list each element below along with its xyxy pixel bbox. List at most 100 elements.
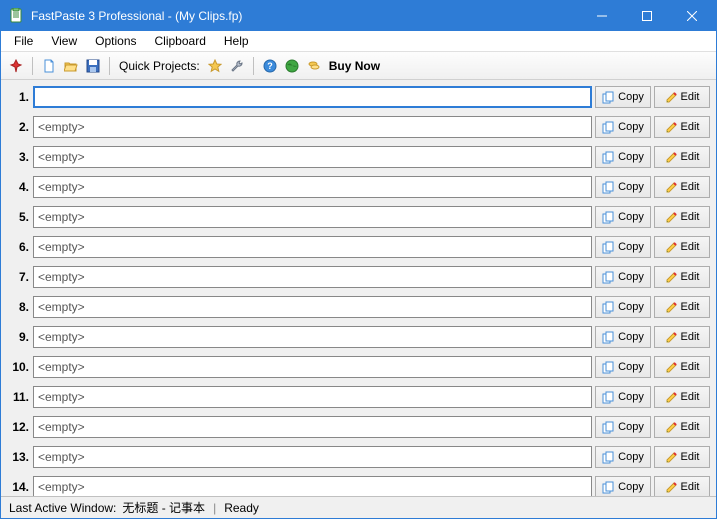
copy-button[interactable]: Copy bbox=[595, 236, 651, 258]
edit-button[interactable]: Edit bbox=[654, 266, 710, 288]
edit-button[interactable]: Edit bbox=[654, 446, 710, 468]
edit-button[interactable]: Edit bbox=[654, 386, 710, 408]
edit-icon bbox=[665, 151, 678, 164]
edit-icon bbox=[665, 211, 678, 224]
save-icon[interactable] bbox=[84, 57, 102, 75]
coins-icon[interactable] bbox=[305, 57, 323, 75]
clip-input[interactable] bbox=[33, 116, 592, 138]
copy-button[interactable]: Copy bbox=[595, 386, 651, 408]
clip-number: 13. bbox=[7, 450, 29, 464]
clip-input[interactable] bbox=[33, 446, 592, 468]
copy-icon bbox=[602, 181, 615, 194]
clip-input[interactable] bbox=[33, 236, 592, 258]
clip-input[interactable] bbox=[33, 146, 592, 168]
clip-row: 14.CopyEdit bbox=[7, 474, 710, 496]
clip-row: 1.CopyEdit bbox=[7, 84, 710, 110]
edit-label: Edit bbox=[681, 421, 700, 433]
copy-button[interactable]: Copy bbox=[595, 476, 651, 496]
copy-label: Copy bbox=[618, 361, 644, 373]
copy-icon bbox=[602, 421, 615, 434]
edit-button[interactable]: Edit bbox=[654, 356, 710, 378]
copy-button[interactable]: Copy bbox=[595, 116, 651, 138]
edit-button[interactable]: Edit bbox=[654, 296, 710, 318]
clip-row: 11.CopyEdit bbox=[7, 384, 710, 410]
clip-row: 7.CopyEdit bbox=[7, 264, 710, 290]
copy-button[interactable]: Copy bbox=[595, 296, 651, 318]
edit-button[interactable]: Edit bbox=[654, 416, 710, 438]
globe-icon[interactable] bbox=[283, 57, 301, 75]
title-bar: FastPaste 3 Professional - (My Clips.fp) bbox=[1, 1, 716, 31]
clip-row: 12.CopyEdit bbox=[7, 414, 710, 440]
edit-button[interactable]: Edit bbox=[654, 86, 710, 108]
close-button[interactable] bbox=[669, 2, 714, 30]
wrench-icon[interactable] bbox=[228, 57, 246, 75]
edit-icon bbox=[665, 241, 678, 254]
buy-now-button[interactable]: Buy Now bbox=[329, 59, 380, 73]
app-icon bbox=[9, 8, 25, 24]
edit-button[interactable]: Edit bbox=[654, 206, 710, 228]
clip-number: 2. bbox=[7, 120, 29, 134]
new-file-icon[interactable] bbox=[40, 57, 58, 75]
clip-input[interactable] bbox=[33, 326, 592, 348]
help-icon[interactable]: ? bbox=[261, 57, 279, 75]
menu-options[interactable]: Options bbox=[86, 32, 145, 50]
open-folder-icon[interactable] bbox=[62, 57, 80, 75]
clip-row: 6. CopyEdit bbox=[7, 234, 710, 260]
edit-button[interactable]: Edit bbox=[654, 146, 710, 168]
copy-icon bbox=[602, 361, 615, 374]
clip-input[interactable] bbox=[33, 86, 592, 108]
status-ready: Ready bbox=[224, 501, 259, 515]
clip-input[interactable] bbox=[33, 176, 592, 198]
clip-row: 4.CopyEdit bbox=[7, 174, 710, 200]
copy-label: Copy bbox=[618, 271, 644, 283]
edit-icon bbox=[665, 391, 678, 404]
status-last-window-value: 无标题 - 记事本 bbox=[122, 499, 205, 516]
copy-icon bbox=[602, 211, 615, 224]
menu-view[interactable]: View bbox=[42, 32, 86, 50]
copy-button[interactable]: Copy bbox=[595, 86, 651, 108]
copy-button[interactable]: Copy bbox=[595, 146, 651, 168]
clip-input[interactable] bbox=[33, 476, 592, 496]
edit-icon bbox=[665, 271, 678, 284]
menu-clipboard[interactable]: Clipboard bbox=[146, 32, 215, 50]
minimize-button[interactable] bbox=[579, 2, 624, 30]
clip-input[interactable] bbox=[33, 266, 592, 288]
edit-button[interactable]: Edit bbox=[654, 236, 710, 258]
edit-button[interactable]: Edit bbox=[654, 116, 710, 138]
edit-button[interactable]: Edit bbox=[654, 176, 710, 198]
edit-label: Edit bbox=[681, 181, 700, 193]
copy-button[interactable]: Copy bbox=[595, 356, 651, 378]
edit-label: Edit bbox=[681, 301, 700, 313]
edit-button[interactable]: Edit bbox=[654, 476, 710, 496]
clip-input[interactable] bbox=[33, 386, 592, 408]
pin-icon[interactable] bbox=[7, 57, 25, 75]
copy-button[interactable]: Copy bbox=[595, 416, 651, 438]
copy-label: Copy bbox=[618, 331, 644, 343]
copy-button[interactable]: Copy bbox=[595, 176, 651, 198]
separator bbox=[32, 57, 33, 75]
maximize-button[interactable] bbox=[624, 2, 669, 30]
clip-number: 9. bbox=[7, 330, 29, 344]
edit-label: Edit bbox=[681, 151, 700, 163]
clip-row: 9. Copy Edit bbox=[7, 324, 710, 350]
menu-help[interactable]: Help bbox=[215, 32, 258, 50]
copy-icon bbox=[602, 121, 615, 134]
clip-number: 10. bbox=[7, 360, 29, 374]
star-icon[interactable] bbox=[206, 57, 224, 75]
copy-button[interactable]: Copy bbox=[595, 206, 651, 228]
copy-icon bbox=[602, 241, 615, 254]
clip-number: 6. bbox=[7, 240, 29, 254]
edit-button[interactable]: Edit bbox=[654, 326, 710, 348]
copy-button[interactable]: Copy bbox=[595, 326, 651, 348]
clip-input[interactable] bbox=[33, 416, 592, 438]
clip-input[interactable] bbox=[33, 206, 592, 228]
menu-file[interactable]: File bbox=[5, 32, 42, 50]
edit-label: Edit bbox=[681, 271, 700, 283]
clip-row: 10. Copy Edit bbox=[7, 354, 710, 380]
clip-input[interactable] bbox=[33, 296, 592, 318]
clip-input[interactable] bbox=[33, 356, 592, 378]
copy-label: Copy bbox=[618, 421, 644, 433]
copy-icon bbox=[602, 301, 615, 314]
copy-button[interactable]: Copy bbox=[595, 446, 651, 468]
copy-button[interactable]: Copy bbox=[595, 266, 651, 288]
